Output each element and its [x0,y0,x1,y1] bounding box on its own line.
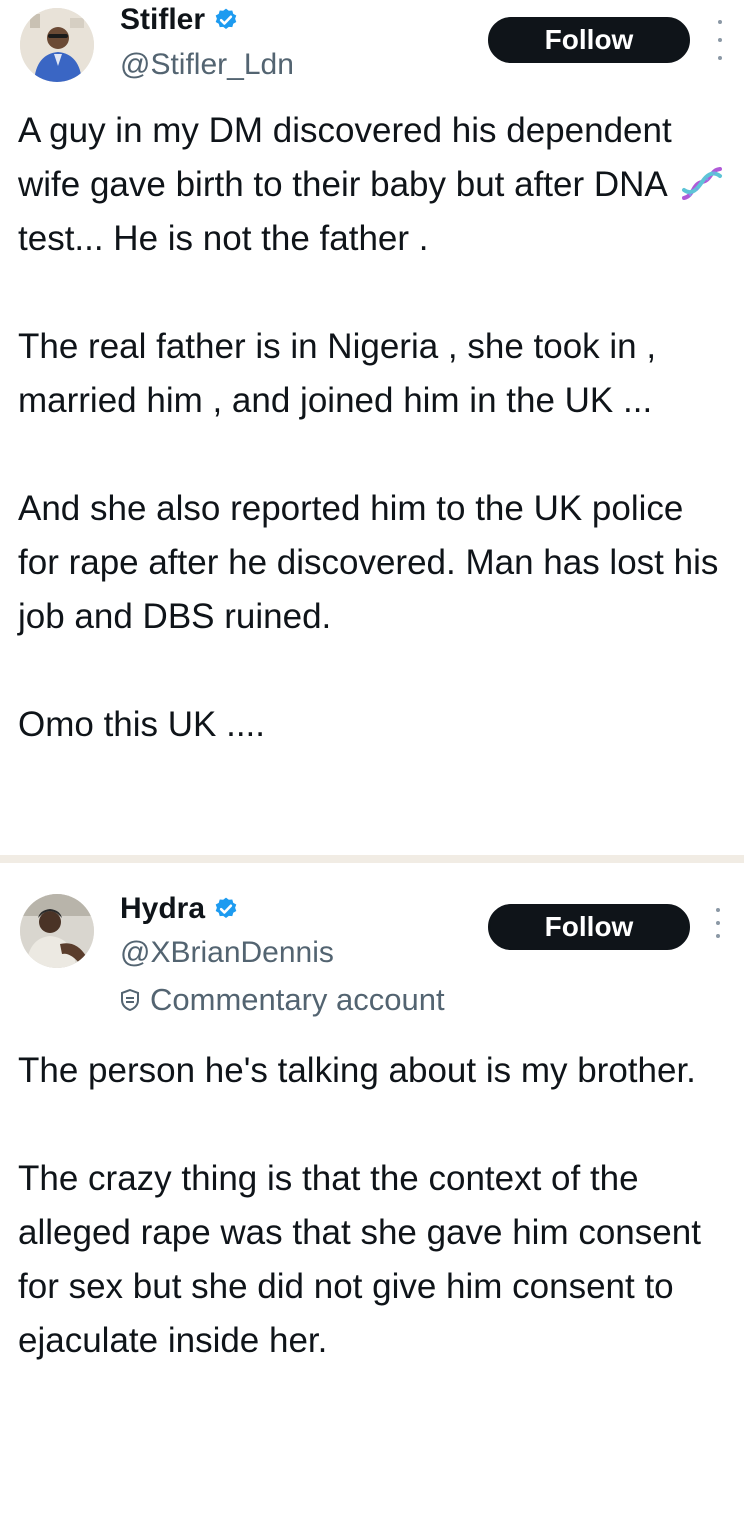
dna-icon [681,167,722,200]
author-name[interactable]: Hydra [120,892,205,926]
tweet-text: A guy in my DM discovered his dependent … [18,104,730,752]
author-handle[interactable]: @XBrianDennis [120,936,334,970]
author-name[interactable]: Stifler [120,3,205,37]
tweet-paragraph: The person he's talking about is my brot… [18,1051,696,1090]
tweet-stifler: Stifler @Stifler_Ldn Follow A guy in my … [0,0,744,852]
more-options-icon[interactable] [711,908,725,938]
commentary-label: Commentary account [120,982,445,1018]
tweet-paragraph: The real father is in Nigeria , she took… [18,327,657,420]
author-handle[interactable]: @Stifler_Ldn [120,48,294,82]
author-name-row: Stifler [120,3,239,37]
user-photo-avatar-icon [20,894,94,968]
shield-badge-icon [121,989,139,1011]
tweet-hydra: Hydra @XBrianDennis Follow Commentary ac… [0,866,744,1528]
tweet-paragraph: A guy in my DM discovered his dependent … [18,104,730,266]
follow-button[interactable]: Follow [488,904,690,950]
tweet-text: The person he's talking about is my brot… [18,1044,730,1368]
follow-button[interactable]: Follow [488,17,690,63]
user-photo-avatar-icon [20,8,94,82]
avatar[interactable] [20,8,94,82]
tweet-divider [0,852,744,866]
avatar[interactable] [20,894,94,968]
tweet-paragraph: The crazy thing is that the context of t… [18,1159,701,1360]
tweet-paragraph: And she also reported him to the UK poli… [18,489,719,636]
commentary-label-text: Commentary account [150,982,445,1017]
author-name-row: Hydra [120,892,239,926]
tweet-paragraph: Omo this UK .... [18,705,265,744]
more-options-icon[interactable] [713,20,727,60]
verified-badge-icon [215,8,237,29]
verified-badge-icon [215,897,237,918]
